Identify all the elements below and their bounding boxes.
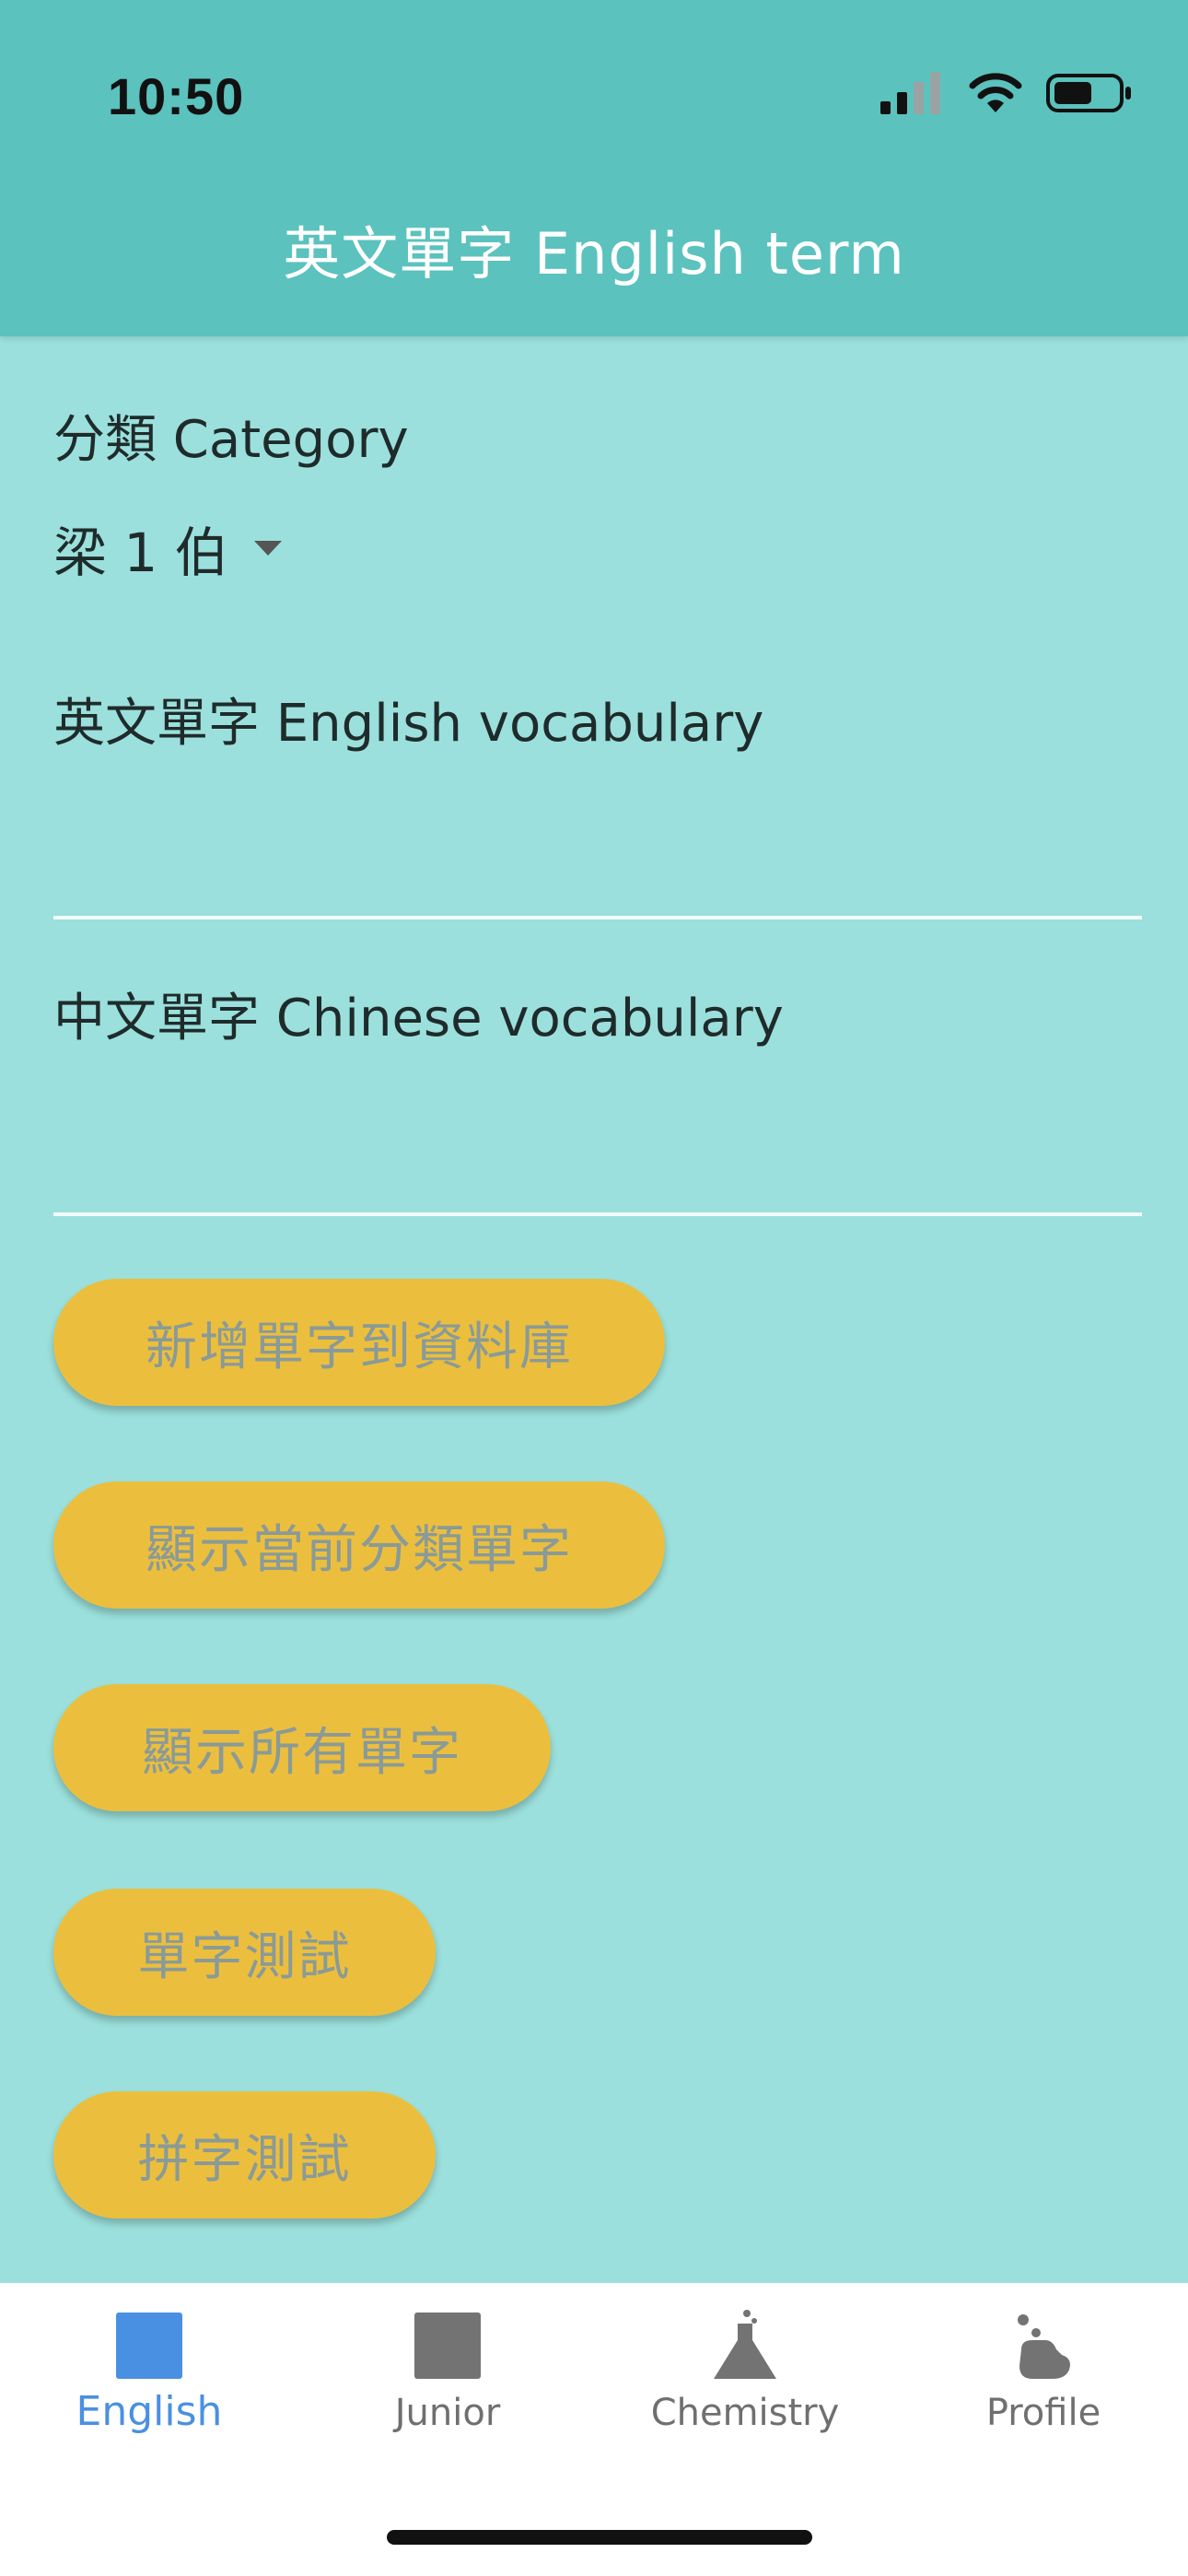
home-indicator: [387, 2530, 812, 2545]
tab-english[interactable]: English: [1, 2283, 297, 2467]
show-all-words-button[interactable]: 顯示所有單字: [53, 1684, 551, 1811]
chinese-vocabulary-label: 中文單字 Chinese vocabulary: [53, 989, 784, 1048]
tab-english-label: English: [76, 2388, 223, 2435]
word-test-button[interactable]: 單字測試: [53, 1889, 436, 2016]
add-word-to-database-button[interactable]: 新增單字到資料庫: [53, 1279, 665, 1406]
english-vocabulary-input[interactable]: [53, 774, 1146, 886]
cellular-signal-icon: [880, 72, 940, 114]
chinese-vocabulary-field[interactable]: 中文單字 Chinese vocabulary: [53, 958, 1146, 1216]
page-title: 英文單字 English term: [283, 220, 905, 287]
tab-profile-label: Profile: [985, 2392, 1101, 2434]
battery-icon: [1046, 74, 1131, 112]
chinese-vocabulary-input[interactable]: [53, 1069, 1146, 1181]
tab-junior-label: Junior: [394, 2392, 501, 2434]
square-icon: [116, 2313, 182, 2379]
show-category-words-button[interactable]: 顯示當前分類單字: [53, 1481, 665, 1609]
status-time: 10:50: [108, 67, 245, 125]
square-icon: [414, 2313, 481, 2379]
status-icons: [879, 70, 1133, 116]
status-bar: 10:50: [0, 0, 1188, 184]
flask-icon: [714, 2310, 776, 2379]
wifi-icon: [969, 73, 1022, 112]
category-dropdown[interactable]: 梁 1 伯: [53, 511, 284, 585]
tab-profile[interactable]: Profile: [895, 2283, 1188, 2467]
caret-down-icon: [253, 541, 282, 556]
spelling-test-button[interactable]: 拼字測試: [53, 2091, 436, 2219]
english-field-underline: [53, 916, 1142, 919]
category-selected-value: 梁 1 伯: [53, 521, 228, 584]
english-vocabulary-field[interactable]: 英文單字 English vocabulary: [53, 663, 1146, 919]
bubbles-icon: [1018, 2314, 1070, 2379]
tab-chemistry[interactable]: Chemistry: [597, 2283, 893, 2467]
app-header: 10:50 英文單字 English term: [0, 0, 1188, 336]
english-vocabulary-label: 英文單字 English vocabulary: [53, 694, 764, 754]
chinese-field-underline: [53, 1212, 1142, 1216]
category-label: 分類 Category: [53, 410, 409, 470]
tab-chemistry-label: Chemistry: [650, 2392, 840, 2434]
tab-junior[interactable]: Junior: [299, 2283, 596, 2467]
